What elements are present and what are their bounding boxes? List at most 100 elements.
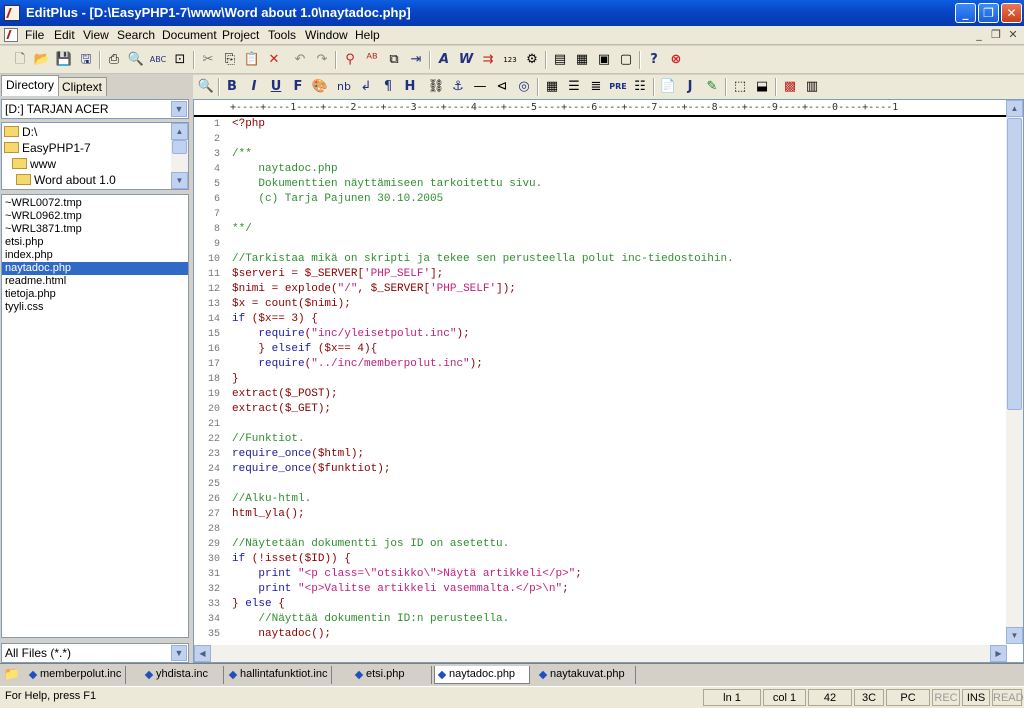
preferences-icon[interactable]: ⚙	[522, 50, 542, 70]
replace-icon[interactable]: ᴬᴮ	[362, 50, 382, 70]
tab-cliptext[interactable]: Cliptext	[57, 77, 108, 96]
scroll-thumb[interactable]	[172, 140, 187, 154]
save-all-icon[interactable]: 🖫	[76, 50, 96, 70]
word-wrap-icon[interactable]: W	[456, 50, 476, 70]
italic-button[interactable]: I	[244, 77, 264, 97]
font-button[interactable]: F	[288, 77, 308, 97]
table-icon[interactable]: ▦	[542, 77, 562, 97]
minimize-button[interactable]: _	[955, 3, 976, 23]
image-map-icon[interactable]: ⬓	[752, 77, 772, 97]
list-item[interactable]: etsi.php	[2, 236, 188, 249]
directory-tree[interactable]: D:\ EasyPHP1-7 www Word about 1.0 ▲ ▼	[1, 122, 189, 190]
print-preview-icon[interactable]: 🔍	[126, 50, 146, 70]
list-icon[interactable]: ☷	[630, 77, 650, 97]
list-item[interactable]: readme.html	[2, 275, 188, 288]
list-item[interactable]: tietoja.php	[2, 288, 188, 301]
list-item[interactable]: ~WRL0962.tmp	[2, 210, 188, 223]
code-area[interactable]: <?php /** naytadoc.php Dokumenttien näytt…	[232, 117, 1002, 644]
java-button[interactable]: J	[680, 77, 700, 97]
file-tab[interactable]: yhdista.inc	[142, 666, 224, 684]
menu-file[interactable]: File	[25, 28, 44, 42]
redo-icon[interactable]: ↷	[312, 50, 332, 70]
font-icon[interactable]: A	[434, 50, 454, 70]
save-icon[interactable]: 💾	[54, 50, 74, 70]
print-icon[interactable]: ⎙	[104, 50, 124, 70]
file-tab[interactable]: naytakuvat.php	[536, 666, 636, 684]
comment-icon[interactable]: ⊲	[492, 77, 512, 97]
frame-icon[interactable]: ▥	[802, 77, 822, 97]
horizontal-rule-icon[interactable]: —	[470, 77, 490, 97]
list-item[interactable]: tyyli.css	[2, 301, 188, 314]
menu-view[interactable]: View	[83, 28, 109, 42]
undo-icon[interactable]: ↶	[290, 50, 310, 70]
image-icon[interactable]: ⬚	[730, 77, 750, 97]
tree-item-easyphp[interactable]: EasyPHP1-7	[4, 140, 91, 156]
menu-tools[interactable]: Tools	[268, 28, 296, 42]
menu-help[interactable]: Help	[355, 28, 380, 42]
pre-button[interactable]: PRE	[608, 77, 628, 97]
editor-horizontal-scrollbar[interactable]: ◀ ▶	[194, 645, 1007, 662]
center-icon[interactable]: ◎	[514, 77, 534, 97]
menu-project[interactable]: Project	[222, 28, 259, 42]
scroll-up-icon[interactable]: ▲	[171, 123, 188, 140]
heading-button[interactable]: H	[400, 77, 420, 97]
fullscreen-icon[interactable]: ▢	[616, 50, 636, 70]
link-icon[interactable]: ⛓	[426, 77, 446, 97]
find-icon[interactable]: ⚲	[340, 50, 360, 70]
scroll-left-icon[interactable]: ◀	[194, 645, 211, 662]
list-item[interactable]: index.php	[2, 249, 188, 262]
file-tab[interactable]: hallintafunktiot.inc	[226, 666, 332, 684]
cliptext-window-icon[interactable]: ▦	[572, 50, 592, 70]
mdi-minimize-button[interactable]: _	[972, 29, 986, 42]
scroll-up-icon[interactable]: ▲	[1006, 100, 1023, 117]
editor-vertical-scrollbar[interactable]: ▲ ▼	[1006, 100, 1023, 644]
cut-icon[interactable]: ✂	[198, 50, 218, 70]
new-file-icon[interactable]: 🗋	[10, 50, 30, 70]
folder-icon[interactable]: 📁	[2, 665, 22, 685]
context-help-icon[interactable]: ?	[644, 50, 664, 70]
browser-view-icon[interactable]: ⊡	[170, 50, 190, 70]
menu-document[interactable]: Document	[162, 28, 217, 42]
underline-button[interactable]: U	[266, 77, 286, 97]
tree-scrollbar[interactable]: ▲ ▼	[171, 123, 188, 189]
tree-item-drive[interactable]: D:\	[4, 124, 37, 140]
file-tab[interactable]: etsi.php	[352, 666, 432, 684]
code-editor[interactable]: +----+----1----+----2----+----3----+----…	[193, 99, 1024, 663]
delete-icon[interactable]: ✕	[264, 50, 284, 70]
html-color-icon[interactable]: ▩	[780, 77, 800, 97]
goto-line-icon[interactable]: ⇥	[406, 50, 426, 70]
file-tab[interactable]: memberpolut.inc	[26, 666, 126, 684]
maximize-button[interactable]: ❐	[978, 3, 999, 23]
nbsp-button[interactable]: nb	[334, 77, 354, 97]
list-item[interactable]: ~WRL3871.tmp	[2, 223, 188, 236]
form-icon[interactable]: 📄	[658, 77, 678, 97]
line-number-icon[interactable]: 123	[500, 50, 520, 70]
document-icon[interactable]	[4, 28, 18, 42]
tree-item-www[interactable]: www	[12, 156, 56, 172]
bold-button[interactable]: B	[222, 77, 242, 97]
open-folder-icon[interactable]: 📂	[32, 50, 52, 70]
list-item-selected[interactable]: naytadoc.php	[2, 262, 188, 275]
mdi-restore-button[interactable]: ❐	[989, 29, 1003, 42]
app-icon[interactable]	[4, 5, 20, 21]
chevron-down-icon[interactable]: ▼	[171, 101, 187, 117]
scroll-down-icon[interactable]: ▼	[171, 172, 188, 189]
scroll-thumb[interactable]	[1007, 118, 1022, 410]
color-picker-icon[interactable]: 🎨	[310, 77, 330, 97]
align-center-icon[interactable]: ☰	[564, 77, 584, 97]
stop-icon[interactable]: ⊗	[666, 50, 686, 70]
spell-check-icon[interactable]: ABC	[148, 50, 168, 70]
drive-select[interactable]: [D:] TARJAN ACER ▼	[1, 99, 189, 119]
menu-window[interactable]: Window	[305, 28, 348, 42]
mdi-close-button[interactable]: ✕	[1006, 29, 1020, 42]
copy-icon[interactable]: ⎘	[220, 50, 240, 70]
file-filter-select[interactable]: All Files (*.*) ▼	[1, 643, 189, 663]
close-button[interactable]: ✕	[1001, 3, 1022, 23]
align-justify-icon[interactable]: ≣	[586, 77, 606, 97]
ruler-toggle-icon[interactable]: ⇉	[478, 50, 498, 70]
script-icon[interactable]: ✎	[702, 77, 722, 97]
paste-icon[interactable]: 📋	[242, 50, 262, 70]
anchor-icon[interactable]: ⚓	[448, 77, 468, 97]
tab-directory[interactable]: Directory	[1, 75, 60, 96]
chevron-down-icon[interactable]: ▼	[171, 645, 187, 661]
